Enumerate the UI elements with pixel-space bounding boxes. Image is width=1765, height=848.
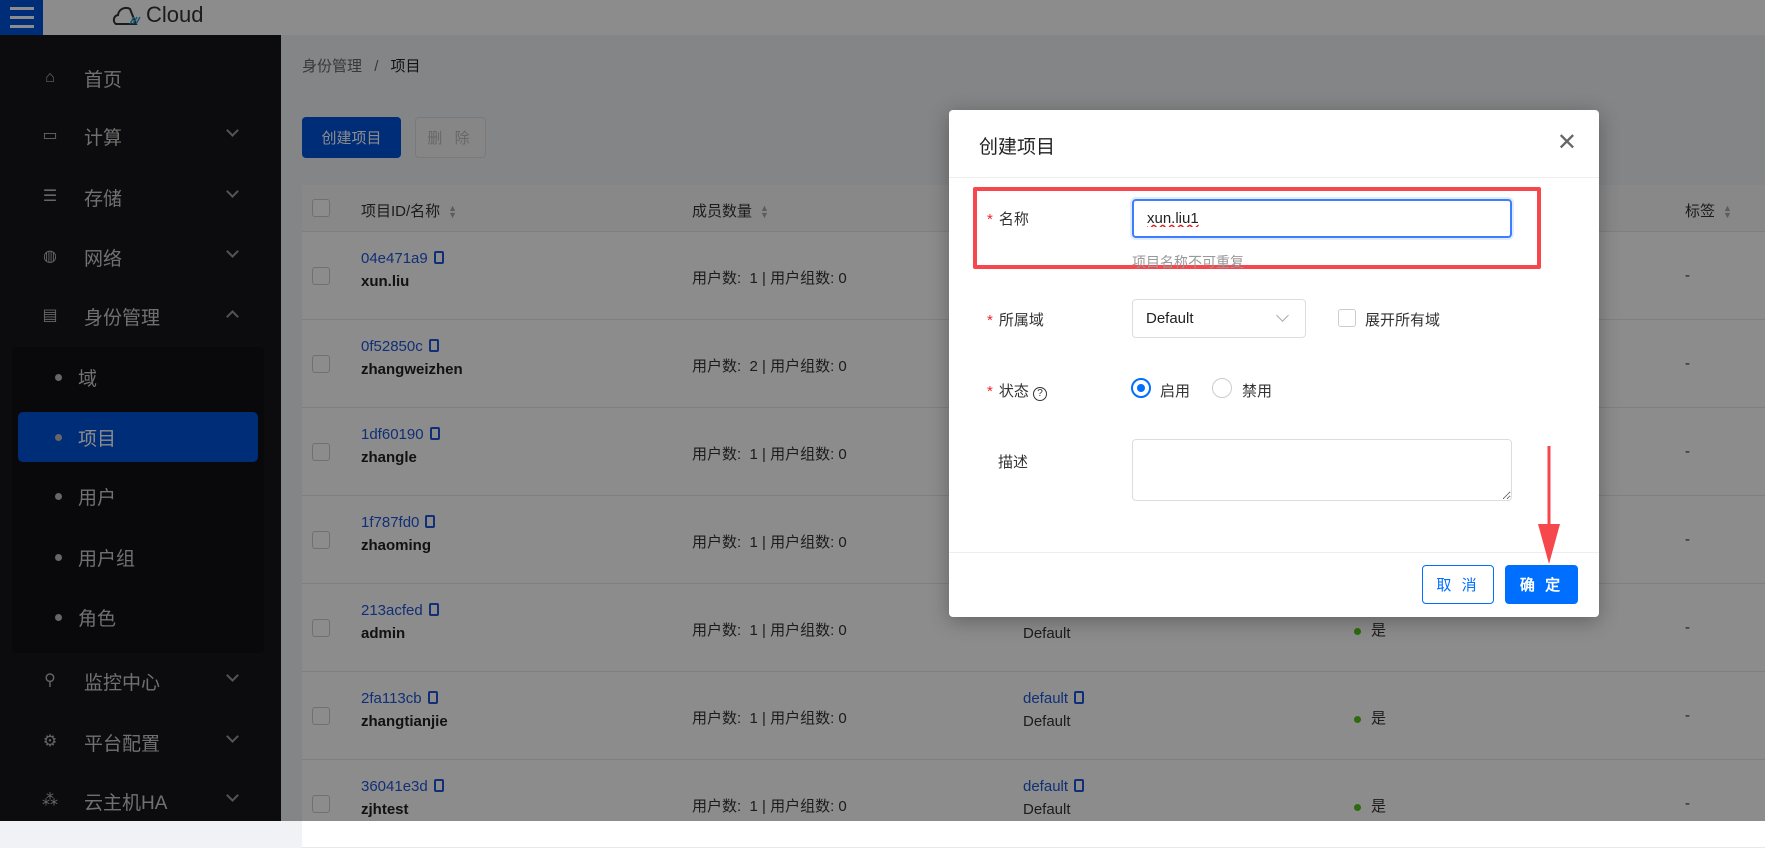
label-text: 所属域 — [998, 312, 1044, 329]
status-disabled-label[interactable]: 禁用 — [1242, 380, 1272, 401]
expand-all-domains-checkbox[interactable] — [1338, 309, 1356, 327]
description-label: 描述 — [998, 454, 1029, 471]
confirm-button[interactable]: 确 定 — [1505, 565, 1578, 604]
name-input[interactable] — [1132, 199, 1512, 238]
label-text: 状态 — [998, 383, 1029, 400]
help-icon[interactable]: ? — [1033, 387, 1048, 401]
chevron-down-icon — [1276, 309, 1289, 322]
status-disabled-radio[interactable] — [1212, 378, 1232, 398]
label-text: 名称 — [998, 211, 1029, 228]
status-label: * 状态 ? — [987, 380, 1048, 401]
status-enabled-radio[interactable] — [1131, 378, 1151, 398]
name-hint: 项目名称不可重复 — [1132, 254, 1244, 270]
close-icon[interactable]: ✕ — [1557, 128, 1577, 157]
dialog-title: 创建项目 — [979, 137, 1056, 158]
domain-select[interactable]: Default — [1132, 299, 1306, 338]
description-textarea[interactable] — [1132, 439, 1512, 501]
status-enabled-label[interactable]: 启用 — [1160, 380, 1190, 401]
cancel-button[interactable]: 取 消 — [1422, 565, 1494, 604]
dialog-footer-divider — [949, 552, 1599, 553]
name-label: * 名称 — [987, 211, 1029, 228]
create-project-dialog: 创建项目 ✕ *名称 项目名称不可重复 *所属域 Default 展开所有域 *… — [949, 110, 1599, 617]
dialog-header: 创建项目 ✕ — [949, 110, 1599, 178]
domain-select-value: Default — [1146, 310, 1194, 327]
domain-label: * 所属域 — [987, 312, 1044, 329]
expand-all-domains-label[interactable]: 展开所有域 — [1365, 309, 1440, 330]
annotation-arrow-icon — [1538, 446, 1560, 564]
